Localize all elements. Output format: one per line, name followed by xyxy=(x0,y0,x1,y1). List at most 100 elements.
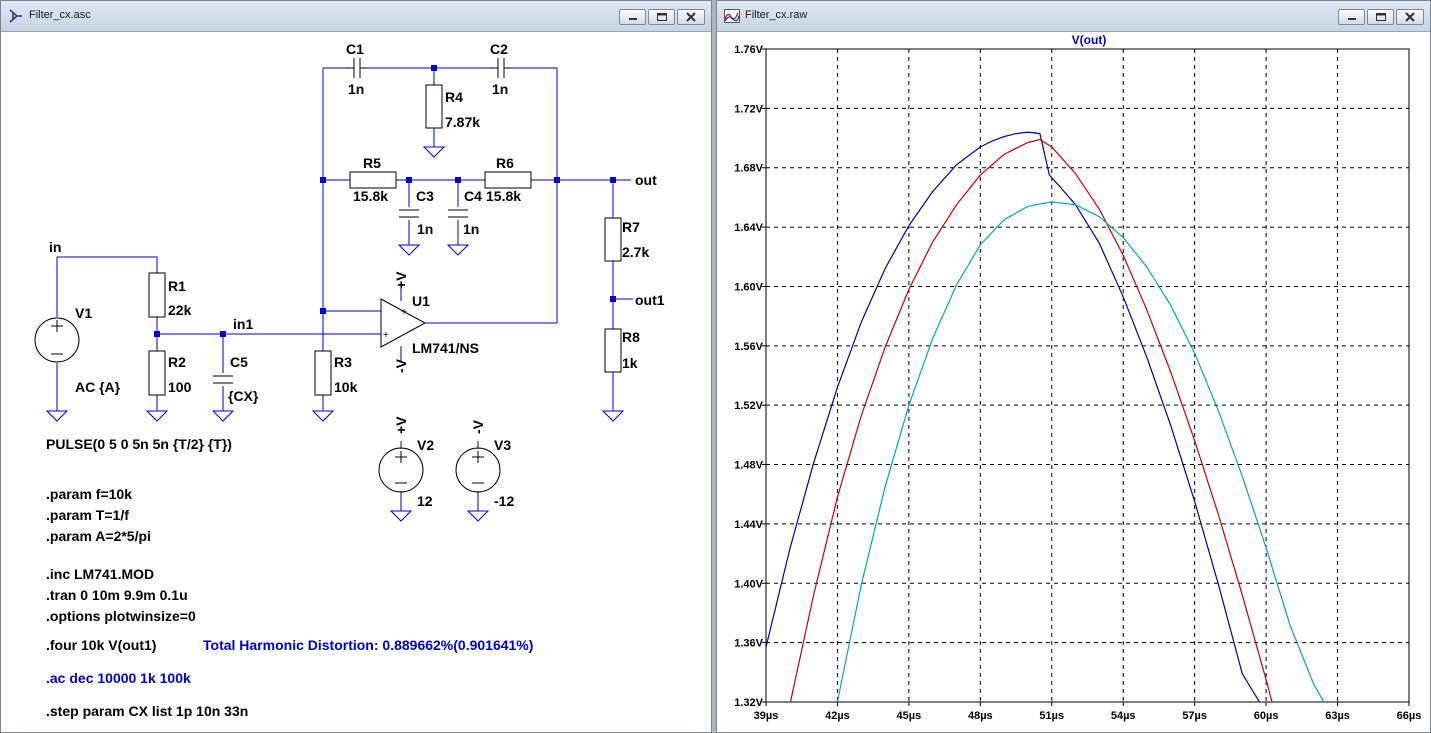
resistor-r8[interactable] xyxy=(604,328,622,373)
maximize-button[interactable] xyxy=(648,9,675,25)
resistor-r4[interactable] xyxy=(425,84,443,129)
x-tick-label: 60µs xyxy=(1254,710,1279,722)
r7-value: 2.7k xyxy=(622,244,649,260)
voltage-source-v3[interactable] xyxy=(455,447,501,493)
y-tick-label: 1.76V xyxy=(734,44,763,56)
resistor-r6[interactable] xyxy=(484,171,532,189)
inc-directive[interactable]: .inc LM741.MOD xyxy=(46,566,154,582)
r5-name: R5 xyxy=(363,155,381,171)
waveform-plot[interactable]: V(out) 1.76V 1.72V 1.68V 1.64V 1.60V 1.56V 1.5… xyxy=(717,32,1430,733)
opamp-supply-minus-label: -V xyxy=(393,358,409,373)
y-tick-label: 1.32V xyxy=(734,697,763,709)
r1-value: 22k xyxy=(168,302,192,318)
v3-net-label: -V xyxy=(470,419,486,434)
tran-directive[interactable]: .tran 0 10m 9.9m 0.1u xyxy=(46,587,188,603)
y-tick-label: 1.68V xyxy=(734,163,763,175)
pulse-directive[interactable]: PULSE(0 5 0 5n 5n {T/2} {T}) xyxy=(46,436,232,452)
u1-name: U1 xyxy=(412,293,430,309)
r4-name: R4 xyxy=(445,89,463,105)
c1-name: C1 xyxy=(346,41,364,57)
ground-icon xyxy=(45,410,69,422)
thd-result: Total Harmonic Distortion: 0.889662%(0.9… xyxy=(203,637,533,653)
y-axis: 1.76V 1.72V 1.68V 1.64V 1.60V 1.56V 1.52V 1.48V… xyxy=(734,44,766,709)
net-label-out: out xyxy=(635,172,657,188)
r7-name: R7 xyxy=(622,219,640,235)
minimize-button[interactable] xyxy=(619,9,646,25)
waveform-window: Filter_cx.raw V(out) 1.76V 1.72V 1.68V 1.64… xyxy=(716,0,1431,733)
opamp-supply-plus-label: +V xyxy=(393,271,409,289)
plot-area[interactable] xyxy=(765,48,1410,703)
r1-name: R1 xyxy=(168,278,186,294)
ground-icon xyxy=(145,410,169,422)
param-T-directive[interactable]: .param T=1/f xyxy=(46,507,129,523)
capacitor-c5[interactable] xyxy=(213,375,233,384)
resistor-r7[interactable] xyxy=(604,217,622,262)
c4-value: 1n xyxy=(463,221,479,237)
ground-icon xyxy=(397,244,421,256)
y-tick-label: 1.60V xyxy=(734,281,763,293)
x-tick-label: 51µs xyxy=(1039,710,1064,722)
opamp-plus-pin: + xyxy=(401,307,407,318)
x-tick-label: 54µs xyxy=(1111,710,1136,722)
x-axis: 39µs 42µs 45µs 48µs 51µs 54µs 57µs 60µs 63µs 66µs xyxy=(754,702,1422,722)
ac-directive[interactable]: .ac dec 10000 1k 100k xyxy=(46,670,191,686)
waveform-titlebar[interactable]: Filter_cx.raw xyxy=(717,1,1430,32)
c2-value: 1n xyxy=(492,81,508,97)
net-label-out1: out1 xyxy=(635,292,665,308)
trace-title[interactable]: V(out) xyxy=(1072,33,1107,47)
net-label-in: in xyxy=(49,239,61,255)
c2-name: C2 xyxy=(490,41,508,57)
c3-value: 1n xyxy=(417,221,433,237)
schematic-drawing[interactable]: C1 1n C2 1n R4 7.87k R5 15.8k R6 15.8k C… xyxy=(1,32,712,733)
v1-value: AC {A} xyxy=(75,379,121,395)
four-directive[interactable]: .four 10k V(out1) xyxy=(46,637,156,653)
ground-icon xyxy=(211,410,235,422)
capacitor-c1[interactable] xyxy=(346,58,368,78)
ground-icon xyxy=(311,410,335,422)
schematic-canvas[interactable]: C1 1n C2 1n R4 7.87k R5 15.8k R6 15.8k C… xyxy=(1,32,711,732)
waveform-window-title: Filter_cx.raw xyxy=(745,9,808,21)
close-button[interactable] xyxy=(1396,9,1424,25)
step-directive[interactable]: .step param CX list 1p 10n 33n xyxy=(46,703,248,719)
x-tick-label: 48µs xyxy=(968,710,993,722)
x-tick-label: 63µs xyxy=(1325,710,1350,722)
y-tick-label: 1.72V xyxy=(734,103,763,115)
close-icon xyxy=(1405,12,1415,22)
v3-value: -12 xyxy=(494,493,514,509)
resistor-r5[interactable] xyxy=(349,171,397,189)
capacitor-c4[interactable] xyxy=(448,209,468,218)
capacitor-c2[interactable] xyxy=(490,58,512,78)
options-directive[interactable]: .options plotwinsize=0 xyxy=(46,608,196,624)
schematic-titlebar[interactable]: Filter_cx.asc xyxy=(1,1,711,32)
param-f-directive[interactable]: .param f=10k xyxy=(46,486,132,502)
capacitor-c3[interactable] xyxy=(399,209,419,218)
minimize-button[interactable] xyxy=(1338,9,1365,25)
y-tick-label: 1.36V xyxy=(734,638,763,650)
param-A-directive[interactable]: .param A=2*5/pi xyxy=(46,528,151,544)
close-button[interactable] xyxy=(677,9,705,25)
y-tick-label: 1.44V xyxy=(734,519,763,531)
r6-name: R6 xyxy=(496,155,514,171)
c4-name: C4 xyxy=(464,188,482,204)
y-tick-label: 1.48V xyxy=(734,460,763,472)
resistor-r2[interactable] xyxy=(148,350,166,396)
plot-pane[interactable]: V(out) 1.76V 1.72V 1.68V 1.64V 1.60V 1.56V 1.5… xyxy=(717,32,1430,732)
r2-name: R2 xyxy=(168,354,186,370)
resistor-r1[interactable] xyxy=(148,272,166,318)
r8-value: 1k xyxy=(622,355,638,371)
close-icon xyxy=(686,12,696,22)
voltage-source-v2[interactable] xyxy=(378,447,424,493)
ground-icon xyxy=(446,244,470,256)
x-tick-label: 66µs xyxy=(1397,710,1422,722)
ground-icon xyxy=(466,510,490,522)
resistor-r3[interactable] xyxy=(314,350,332,396)
x-tick-label: 42µs xyxy=(825,710,850,722)
maximize-icon xyxy=(1376,13,1386,21)
schematic-window-title: Filter_cx.asc xyxy=(29,9,91,21)
opamp-minus-pin: + xyxy=(383,330,389,341)
minimize-icon xyxy=(629,18,637,20)
x-tick-label: 57µs xyxy=(1182,710,1207,722)
maximize-button[interactable] xyxy=(1367,9,1394,25)
voltage-source-v1[interactable] xyxy=(34,317,80,363)
y-tick-label: 1.64V xyxy=(734,222,763,234)
